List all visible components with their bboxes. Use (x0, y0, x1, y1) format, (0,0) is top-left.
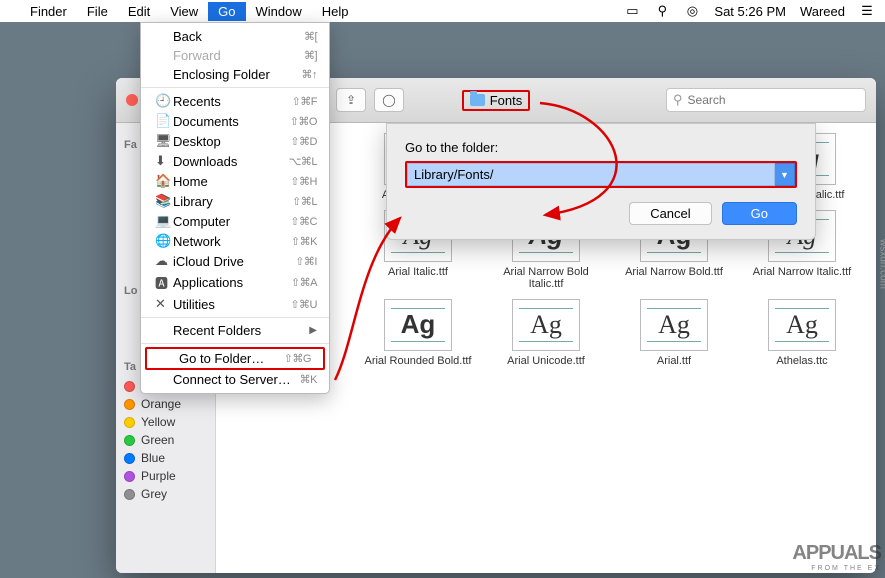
library-icon: 📚 (155, 193, 173, 209)
file-name: Arial Narrow Bold.ttf (625, 266, 723, 279)
tag-orange[interactable]: Orange (124, 395, 207, 413)
screen-mirror-icon[interactable]: ▭ (624, 3, 640, 19)
tag-dot-icon (124, 435, 135, 446)
window-title-highlight: Fonts (462, 90, 531, 111)
file-name: Arial Unicode.ttf (507, 355, 585, 368)
menubar-edit[interactable]: Edit (118, 2, 160, 21)
share-button[interactable]: ⇪ (336, 88, 366, 112)
menubar-file[interactable]: File (77, 2, 118, 21)
home-icon: 🏠 (155, 173, 173, 189)
search-field[interactable]: ⚲ (666, 88, 866, 112)
menubar-clock[interactable]: Sat 5:26 PM (714, 4, 786, 19)
tag-dot-icon (124, 471, 135, 482)
tag-dot-icon (124, 399, 135, 410)
tag-yellow[interactable]: Yellow (124, 413, 207, 431)
menu-computer[interactable]: 💻Computer⇧⌘C (141, 211, 329, 231)
icloud drive-icon: ☁︎ (155, 253, 173, 269)
close-button[interactable] (126, 94, 138, 106)
recents-icon: 🕘 (155, 93, 173, 109)
menubar-view[interactable]: View (160, 2, 208, 21)
desktop-icon: 🖥 (155, 133, 173, 149)
siri-icon[interactable]: ◎ (684, 3, 700, 19)
tag-blue[interactable]: Blue (124, 449, 207, 467)
menu-forward: Forward⌘] (141, 46, 329, 65)
file-thumbnail: Ag (640, 299, 708, 351)
menu-separator (141, 317, 329, 318)
file-name: Arial Narrow Italic.ttf (753, 266, 851, 279)
file-name: Athelas.ttc (776, 355, 827, 368)
file-thumbnail: Ag (768, 299, 836, 351)
go-to-folder-sheet: Go to the folder: ▼ Cancel Go (386, 123, 816, 240)
tag-dot-icon (124, 453, 135, 464)
tag-purple[interactable]: Purple (124, 467, 207, 485)
menu-documents[interactable]: 📄Documents⇧⌘O (141, 111, 329, 131)
menubar-help[interactable]: Help (312, 2, 359, 21)
tag-dot-icon (124, 417, 135, 428)
file-item[interactable]: Ag Athelas.ttc (740, 299, 864, 368)
file-name: Arial Italic.ttf (388, 266, 448, 279)
file-name: Arial Narrow Bold Italic.ttf (491, 266, 601, 291)
menubar-user[interactable]: Wareed (800, 4, 845, 19)
folder-path-highlight: ▼ (405, 161, 797, 188)
folder-path-input[interactable] (407, 163, 775, 186)
file-item[interactable]: Ag Arial.ttf (612, 299, 736, 368)
menu-downloads[interactable]: ⬇︎Downloads⌥⌘L (141, 151, 329, 171)
menu-library[interactable]: 📚Library⇧⌘L (141, 191, 329, 211)
menu-recent-folders[interactable]: Recent Folders▶ (141, 321, 329, 340)
window-title: Fonts (490, 93, 523, 108)
applications-icon: 🅰 (155, 273, 173, 292)
file-item[interactable]: Ag Arial Rounded Bold.ttf (356, 299, 480, 368)
tags-button[interactable]: ◯ (374, 88, 404, 112)
go-button[interactable]: Go (722, 202, 797, 225)
menu-go-to-folder[interactable]: Go to Folder…⇧⌘G (147, 349, 323, 368)
file-name: Arial.ttf (657, 355, 691, 368)
spotlight-icon[interactable]: ⚲ (654, 3, 670, 19)
side-watermark: wsxdn.com (878, 239, 885, 289)
menubar-finder[interactable]: Finder (20, 2, 77, 21)
documents-icon: 📄 (155, 113, 173, 129)
tag-green[interactable]: Green (124, 431, 207, 449)
notification-center-icon[interactable]: ☰ (859, 3, 875, 19)
tag-grey[interactable]: Grey (124, 485, 207, 503)
menu-icloud-drive[interactable]: ☁︎iCloud Drive⇧⌘I (141, 251, 329, 271)
system-menubar: Finder File Edit View Go Window Help ▭ ⚲… (0, 0, 885, 22)
file-item[interactable]: Ag Arial Unicode.ttf (484, 299, 608, 368)
menu-back[interactable]: Back⌘[ (141, 27, 329, 46)
computer-icon: 💻 (155, 213, 173, 229)
folder-icon (470, 94, 485, 106)
menu-connect-to-server[interactable]: Connect to Server…⌘K (141, 370, 329, 389)
menu-home[interactable]: 🏠Home⇧⌘H (141, 171, 329, 191)
file-thumbnail: Ag (512, 299, 580, 351)
menu-network[interactable]: 🌐Network⇧⌘K (141, 231, 329, 251)
network-icon: 🌐 (155, 233, 173, 249)
sheet-prompt: Go to the folder: (405, 140, 797, 155)
menu-separator (141, 87, 329, 88)
file-thumbnail: Ag (384, 299, 452, 351)
downloads-icon: ⬇︎ (155, 153, 173, 169)
menubar-window[interactable]: Window (246, 2, 312, 21)
search-input[interactable] (688, 93, 859, 107)
tag-dot-icon (124, 381, 135, 392)
utilities-icon: ✕ (155, 296, 173, 312)
menu-separator (141, 343, 329, 344)
menu-desktop[interactable]: 🖥Desktop⇧⌘D (141, 131, 329, 151)
go-menu-dropdown: Back⌘[ Forward⌘] Enclosing Folder⌘↑ 🕘Rec… (140, 22, 330, 394)
menu-utilities[interactable]: ✕Utilities⇧⌘U (141, 294, 329, 314)
menubar-go[interactable]: Go (208, 2, 245, 21)
path-dropdown-button[interactable]: ▼ (775, 163, 795, 186)
file-name: Arial Rounded Bold.ttf (364, 355, 471, 368)
menu-enclosing-folder[interactable]: Enclosing Folder⌘↑ (141, 65, 329, 84)
menu-applications[interactable]: 🅰Applications⇧⌘A (141, 271, 329, 294)
cancel-button[interactable]: Cancel (629, 202, 711, 225)
watermark: APPUALSFROM THE EX (792, 542, 881, 572)
tag-dot-icon (124, 489, 135, 500)
search-icon: ⚲ (673, 92, 683, 108)
menu-recents[interactable]: 🕘Recents⇧⌘F (141, 91, 329, 111)
